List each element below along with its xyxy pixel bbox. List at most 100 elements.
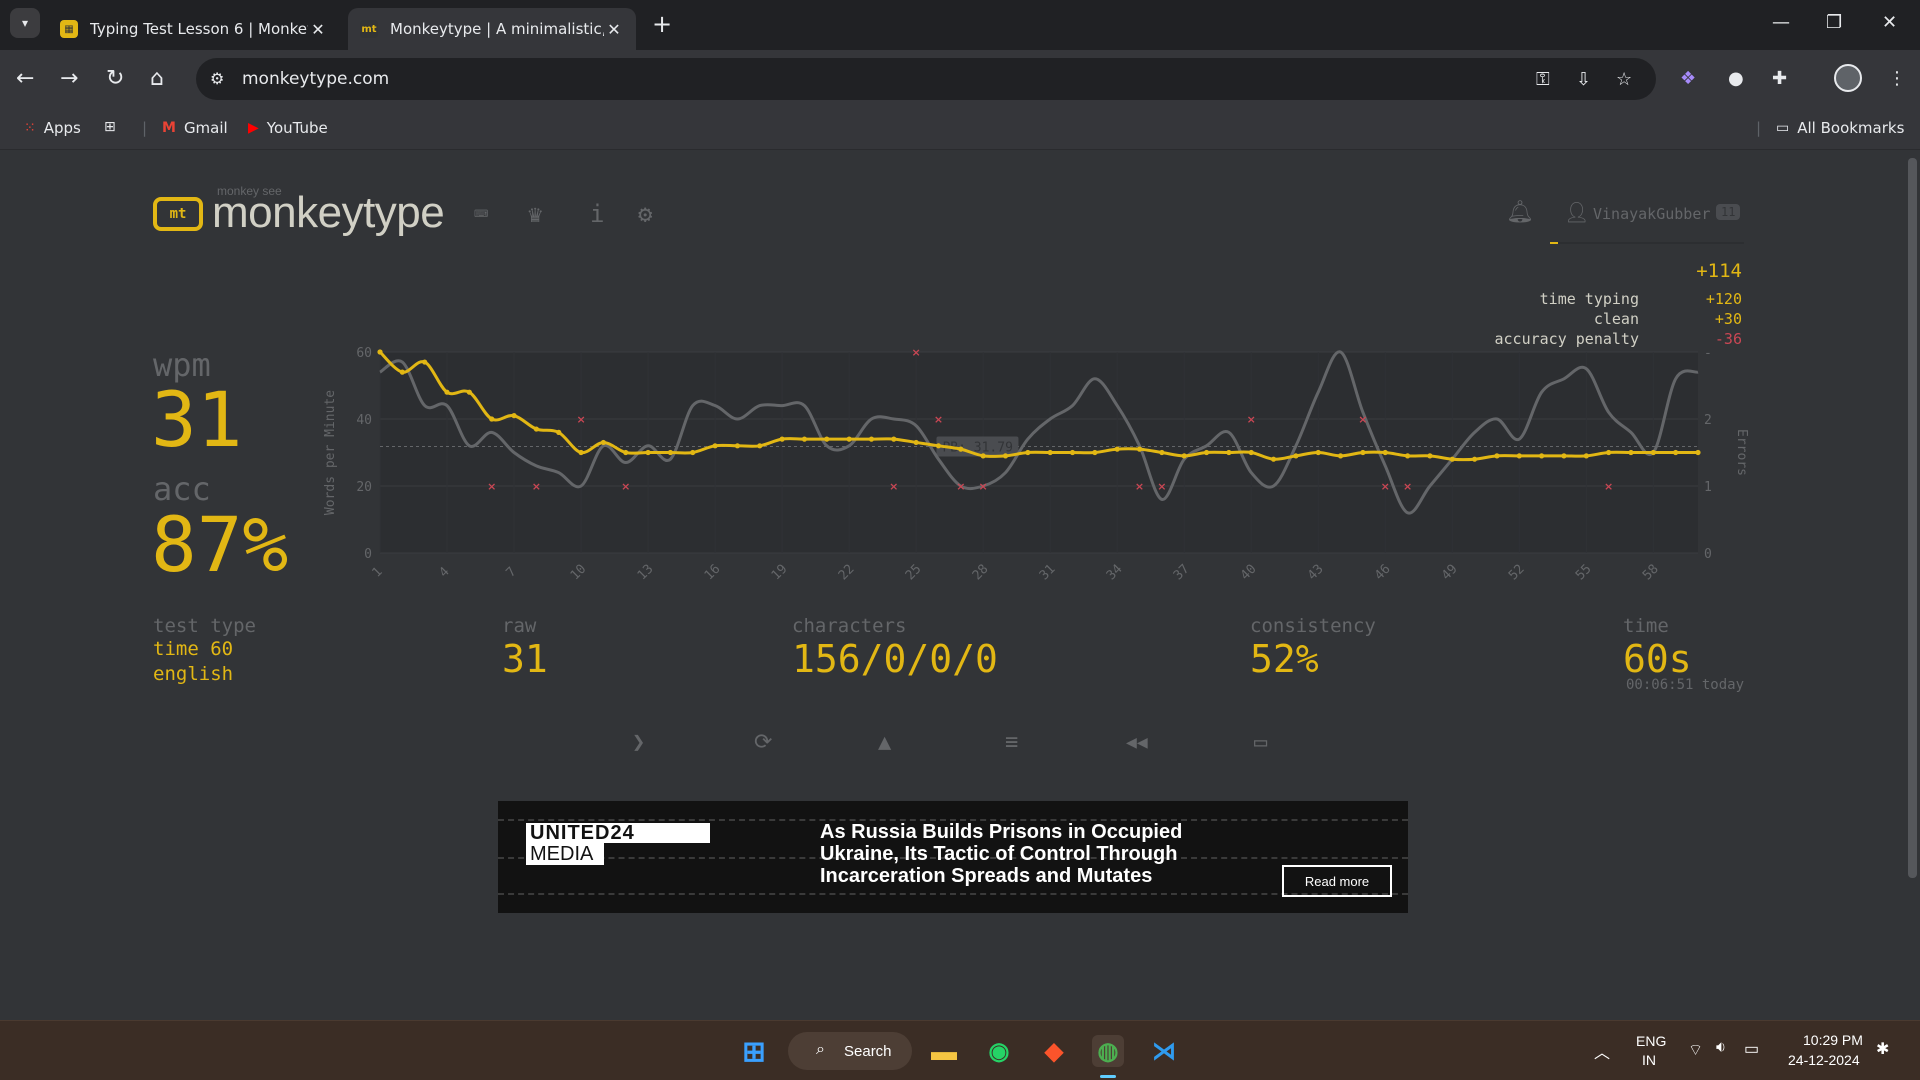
x-tick-label: 25 <box>903 562 925 584</box>
xp-value-time-typing: +120 <box>1705 290 1742 308</box>
x-tick-label: 55 <box>1573 562 1595 584</box>
bookmark-tab-groups[interactable]: ⊞ <box>104 119 124 135</box>
password-key-icon[interactable]: ⚿ <box>1536 69 1550 90</box>
profile-avatar[interactable] <box>1834 64 1862 92</box>
taskbar-search[interactable]: ⌕ Search <box>788 1032 912 1070</box>
install-app-icon[interactable]: ⇩ <box>1576 69 1591 90</box>
language-in[interactable]: IN <box>1642 1052 1656 1068</box>
practice-missed-button[interactable]: ▲ <box>878 730 891 755</box>
wpm-chart-svg: 0 20 40 60 0 1 2 - 1 4 7 10 13 16 19 22 25 28 31 34 37 40 43 46… <box>323 346 1749 584</box>
show-words-history-button[interactable]: ≡ <box>1005 730 1018 755</box>
x-tick-label: 1 <box>369 564 385 580</box>
vscode-icon[interactable]: ⋊ <box>1148 1035 1180 1067</box>
chrome-icon[interactable]: ◍ <box>1092 1035 1124 1067</box>
monkeytype-page: mt monkey see monkeytype ⌨ ♛ i ⚙ 🔔︎ 👤︎ V… <box>0 150 1920 1020</box>
time-label: time <box>1623 615 1669 637</box>
stat-time: time 60s 00:06:51 today <box>1623 615 1744 693</box>
clock-date[interactable]: 24-12-2024 <box>1788 1052 1860 1068</box>
all-bookmarks-button[interactable]: ▭ All Bookmarks <box>1776 119 1904 137</box>
settings-gear-icon[interactable]: ⚙ <box>638 200 652 228</box>
wpm-point <box>1002 453 1009 459</box>
forward-icon[interactable]: → <box>60 66 78 91</box>
new-tab-button[interactable]: + <box>652 10 672 38</box>
y-tick-label: 60 <box>356 346 372 361</box>
bookmark-separator: | <box>1756 119 1762 137</box>
wpm-point <box>1628 449 1634 456</box>
account-username[interactable]: VinayakGubber <box>1593 205 1710 223</box>
file-explorer-icon[interactable]: ▬ <box>928 1035 960 1067</box>
close-tab-icon[interactable]: ✕ <box>308 20 328 39</box>
minimize-icon[interactable]: — <box>1772 12 1790 33</box>
wpm-point <box>645 449 651 456</box>
united24-media-logo: MEDIA <box>526 843 604 865</box>
user-icon[interactable]: 👤︎ <box>1564 200 1589 224</box>
crown-leaderboard-icon[interactable]: ♛ <box>528 200 542 228</box>
whatsapp-icon[interactable]: ◉ <box>983 1035 1015 1067</box>
tab-search-menu-button[interactable]: ▾ <box>10 8 40 38</box>
page-scrollbar[interactable] <box>1908 158 1917 878</box>
bookmark-apps[interactable]: ⁙ Apps <box>24 119 81 137</box>
monkeytype-logo-icon[interactable]: mt <box>153 197 203 231</box>
battery-icon[interactable]: ▭ <box>1744 1039 1759 1059</box>
address-bar[interactable]: ⚙ monkeytype.com ⚿ ⇩ ☆ <box>196 58 1656 100</box>
home-icon[interactable]: ⌂ <box>150 66 164 91</box>
language-eng[interactable]: ENG <box>1636 1033 1666 1049</box>
wpm-point <box>1159 449 1165 456</box>
extension-bulb-icon[interactable]: ● <box>1728 68 1744 89</box>
extension-brain-icon[interactable]: ❖ <box>1680 68 1696 89</box>
x-tick-label: 22 <box>836 562 858 584</box>
logo-text[interactable]: monkeytype <box>212 188 445 238</box>
test-type-language[interactable]: english <box>153 662 256 687</box>
site-info-icon[interactable]: ⚙ <box>210 69 230 89</box>
tab-monkeytype[interactable]: mt Monkeytype | A minimalistic, cu ✕ <box>348 8 636 50</box>
info-icon[interactable]: i <box>590 200 604 228</box>
y-tick-label: 20 <box>356 480 372 495</box>
wpm-point <box>1472 456 1478 462</box>
wpm-point <box>801 436 808 442</box>
chrome-menu-icon[interactable]: ⋮ <box>1888 68 1906 89</box>
ad-read-more-button[interactable]: Read more <box>1282 865 1392 897</box>
clock-time[interactable]: 10:29 PM <box>1803 1032 1863 1048</box>
wpm-point <box>1181 453 1187 459</box>
volume-icon[interactable]: 🔉︎ <box>1716 1039 1726 1057</box>
notification-center-icon[interactable]: ✱ <box>1876 1039 1889 1059</box>
wpm-point <box>824 436 830 442</box>
error-marker: × <box>1157 480 1166 493</box>
wpm-point <box>1583 453 1589 459</box>
restore-icon[interactable]: ❐ <box>1826 12 1842 33</box>
back-icon[interactable]: ← <box>16 66 34 91</box>
close-tab-icon[interactable]: ✕ <box>604 20 624 39</box>
windows-taskbar: ⊞ ⌕ Search ▬ ◉ ◆ ◍ ⋊ ︿ ENG IN ⌔ 🔉︎ ▭ 10:… <box>0 1020 1920 1080</box>
url-text[interactable]: monkeytype.com <box>242 69 389 89</box>
wifi-icon[interactable]: ⌔ <box>1688 1040 1703 1060</box>
keyboard-icon[interactable]: ⌨ <box>474 200 488 228</box>
brave-icon[interactable]: ◆ <box>1038 1035 1070 1067</box>
x-tick-label: 52 <box>1506 562 1528 584</box>
extensions-puzzle-icon[interactable]: ✚ <box>1772 68 1787 89</box>
test-type-mode[interactable]: time 60 <box>153 637 256 662</box>
wpm-point <box>422 359 428 365</box>
wpm-point <box>868 436 875 442</box>
show-hidden-icons-icon[interactable]: ︿ <box>1594 1039 1610 1063</box>
close-window-icon[interactable]: ✕ <box>1882 12 1897 33</box>
x-tick-label: 13 <box>635 562 657 584</box>
notifications-bell-icon[interactable]: 🔔︎ <box>1506 200 1534 225</box>
bookmark-star-icon[interactable]: ☆ <box>1616 69 1632 90</box>
save-screenshot-button[interactable]: ▭ <box>1254 730 1267 755</box>
restart-test-button[interactable]: ⟳ <box>754 730 772 755</box>
bookmark-youtube[interactable]: ▶ YouTube <box>248 119 328 137</box>
reload-icon[interactable]: ↻ <box>106 66 124 91</box>
bookmark-label: Gmail <box>183 119 228 137</box>
advertisement-banner[interactable]: UNITED24 MEDIA As Russia Builds Prisons … <box>498 801 1408 913</box>
windows-start-icon[interactable]: ⊞ <box>738 1035 770 1067</box>
tab-typing-test[interactable]: ▦ Typing Test Lesson 6 | Monkey- ✕ <box>48 8 340 50</box>
watch-replay-button[interactable]: ◀◀ <box>1126 732 1148 753</box>
result-chart[interactable]: 0 20 40 60 0 1 2 - 1 4 7 10 13 16 19 22 25 28 31 34 37 40 43 46… <box>312 340 1752 590</box>
x-tick-label: 34 <box>1104 562 1126 584</box>
xp-progress-bar <box>1550 242 1744 244</box>
next-test-button[interactable]: ❯ <box>632 730 645 755</box>
bookmark-gmail[interactable]: M Gmail <box>162 119 228 137</box>
wpm-point <box>1404 453 1411 459</box>
stat-raw: raw 31 <box>502 615 548 681</box>
wpm-point <box>1203 449 1210 456</box>
